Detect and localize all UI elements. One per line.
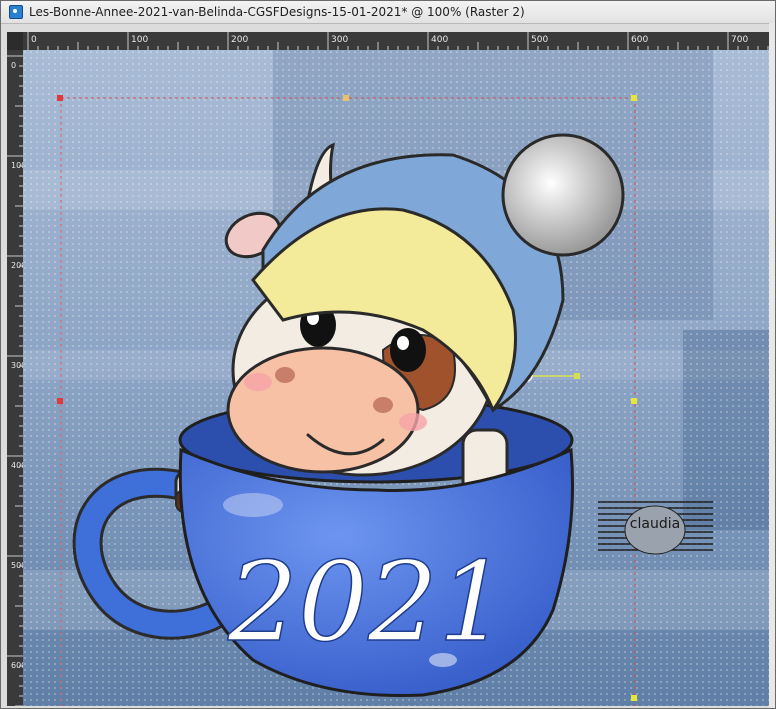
artwork: 2021 claudia: [23, 50, 771, 706]
ruler-label: 300: [331, 35, 348, 45]
vertical-ruler: 0 100 200 300 400 500 600: [7, 50, 23, 706]
title-bar[interactable]: Les-Bonne-Annee-2021-van-Belinda-CGSFDes…: [1, 1, 775, 24]
app-icon: [9, 5, 23, 19]
ruler-label: 500: [11, 561, 23, 570]
horizontal-ruler: 0 100 200 300 400 500 600 700: [23, 32, 771, 50]
vertical-scrollbar[interactable]: [769, 23, 775, 708]
ruler-corner: [7, 32, 23, 50]
ruler-label: 200: [11, 261, 23, 270]
horizontal-ruler-ticks: 0 100 200 300 400 500 600 700: [27, 32, 769, 50]
ruler-label: 400: [11, 461, 23, 470]
document-window: Les-Bonne-Annee-2021-van-Belinda-CGSFDes…: [0, 0, 776, 709]
year-text: 2021: [227, 538, 508, 666]
window-title: Les-Bonne-Annee-2021-van-Belinda-CGSFDes…: [29, 5, 525, 19]
watermark-text: claudia: [630, 516, 680, 532]
ruler-label: 700: [731, 35, 748, 45]
ruler-label: 600: [631, 35, 648, 45]
vertical-ruler-ticks: 0 100 200 300 400 500 600: [7, 55, 23, 706]
ruler-label: 400: [431, 35, 448, 45]
ruler-label: 100: [11, 161, 23, 170]
ruler-label: 100: [131, 35, 148, 45]
ruler-label: 600: [11, 661, 23, 670]
ruler-label: 200: [231, 35, 248, 45]
ruler-label: 0: [11, 61, 16, 70]
ruler-label: 300: [11, 361, 23, 370]
image-canvas[interactable]: 2021 claudia: [23, 50, 771, 706]
ruler-label: 500: [531, 35, 548, 45]
ruler-label: 0: [31, 35, 37, 45]
